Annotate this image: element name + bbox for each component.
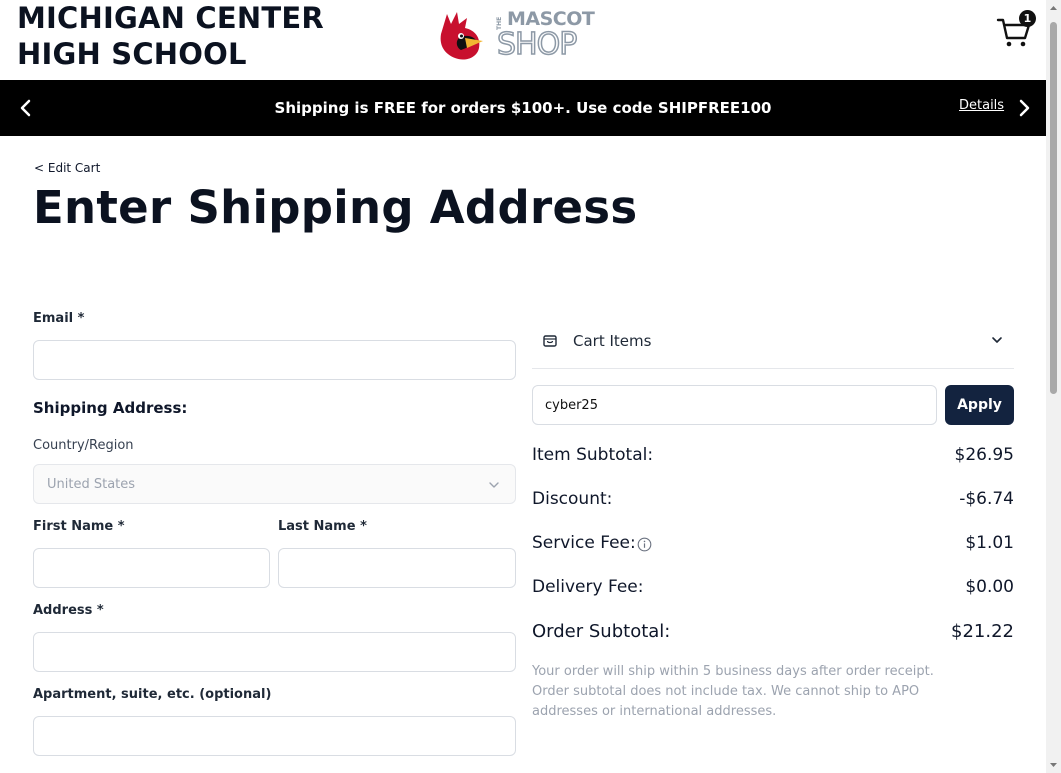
first-name-label: First Name * — [33, 519, 125, 534]
logo-line2: SHOP — [496, 27, 578, 63]
apply-promo-button[interactable]: Apply — [945, 385, 1014, 425]
service-fee-label: Service Fee: — [532, 533, 636, 553]
last-name-label: Last Name * — [278, 519, 367, 534]
email-label: Email * — [33, 311, 85, 326]
cart-items-toggle[interactable]: Cart Items — [532, 320, 1014, 369]
discount-value: -$6.74 — [959, 489, 1014, 509]
scroll-thumb[interactable] — [1050, 22, 1057, 394]
shipping-note: Your order will ship within 5 business d… — [532, 664, 934, 719]
edit-cart-link[interactable]: < Edit Cart — [34, 161, 100, 175]
summary-row-discount: Discount: -$6.74 — [532, 489, 1014, 513]
page-title: Enter Shipping Address — [33, 181, 638, 234]
service-fee-value: $1.01 — [965, 533, 1014, 553]
cart-button[interactable]: 1 — [996, 10, 1036, 50]
apartment-field[interactable] — [33, 716, 516, 756]
chevron-down-icon — [489, 482, 499, 488]
last-name-field[interactable] — [278, 548, 516, 588]
address-label: Address * — [33, 603, 104, 618]
order-subtotal-label: Order Subtotal: — [532, 621, 671, 642]
cart-items-label: Cart Items — [573, 332, 652, 350]
cart-count-badge: 1 — [1019, 10, 1036, 27]
school-name: MICHIGAN CENTER HIGH SCHOOL — [17, 1, 324, 71]
page-scrollbar[interactable] — [1046, 0, 1061, 773]
discount-label: Discount: — [532, 489, 613, 509]
banner-details-link[interactable]: Details — [959, 98, 1004, 113]
mascot-shop-logo[interactable]: THE MASCOT SHOP — [437, 8, 597, 64]
promo-banner: Shipping is FREE for orders $100+. Use c… — [0, 80, 1046, 136]
apartment-label: Apartment, suite, etc. (optional) — [33, 687, 272, 702]
summary-row-delivery-fee: Delivery Fee: $0.00 — [532, 577, 1014, 601]
country-label: Country/Region — [33, 438, 134, 453]
item-subtotal-value: $26.95 — [954, 445, 1014, 465]
country-select[interactable]: United States — [33, 464, 516, 504]
country-select-value: United States — [47, 477, 136, 492]
shipping-address-heading: Shipping Address: — [33, 399, 188, 417]
delivery-fee-label: Delivery Fee: — [532, 577, 644, 597]
delivery-fee-value: $0.00 — [965, 577, 1014, 597]
promo-code-input[interactable] — [532, 385, 937, 425]
summary-row-item-subtotal: Item Subtotal: $26.95 — [532, 445, 1014, 469]
chevron-right-icon — [1019, 99, 1030, 117]
shopping-bag-icon — [543, 335, 557, 347]
summary-row-order-subtotal: Order Subtotal: $21.22 — [532, 621, 1014, 645]
email-field[interactable] — [33, 340, 516, 380]
summary-row-service-fee: Service Fee: $1.01 — [532, 533, 1014, 557]
banner-next-button[interactable] — [1010, 94, 1038, 122]
banner-text: Shipping is FREE for orders $100+. Use c… — [274, 99, 772, 117]
item-subtotal-label: Item Subtotal: — [532, 445, 654, 465]
chevron-down-icon — [992, 337, 1002, 343]
address-field[interactable] — [33, 632, 516, 672]
first-name-field[interactable] — [33, 548, 270, 588]
order-subtotal-value: $21.22 — [951, 621, 1014, 642]
info-icon[interactable] — [637, 537, 652, 552]
scroll-up-icon[interactable] — [1049, 4, 1058, 13]
scroll-down-icon[interactable] — [1049, 760, 1058, 769]
